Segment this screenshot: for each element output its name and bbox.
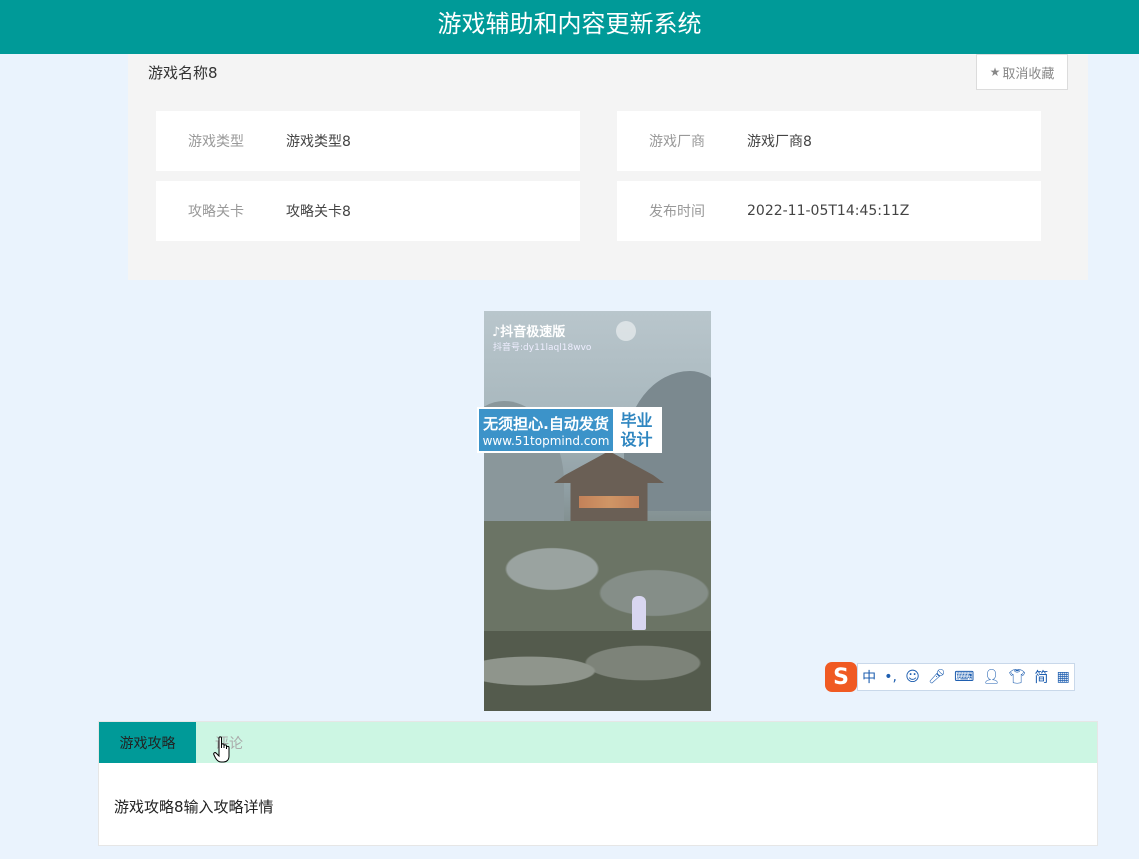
scene-rocks [484,521,711,641]
field-game-vendor: 游戏厂商 游戏厂商8 [617,111,1041,171]
unfavorite-button-label: 取消收藏 [1002,66,1055,82]
tab-game-guide[interactable]: 游戏攻略 [99,722,196,763]
ime-toolbar[interactable]: S 中 •, ☺ 🎤︎ ⌨ 👤︎ 👕︎ 简 ▦ [825,662,1075,692]
watermark-badge: 毕业 设计 [613,409,660,451]
app-header: 游戏辅助和内容更新系统 [0,0,1139,54]
field-publish-time: 发布时间 2022-11-05T14:45:11Z [617,181,1041,241]
field-value: 攻略关卡8 [286,204,351,220]
field-game-type: 游戏类型 游戏类型8 [156,111,580,171]
video-app-label: ♪抖音极速版 [492,325,566,340]
field-guide-level: 攻略关卡 攻略关卡8 [156,181,580,241]
game-name: 游戏名称8 [148,64,218,82]
field-label: 游戏厂商 [649,134,705,150]
watermark-line1: 无须担心.自动发货 [483,414,609,433]
game-video[interactable]: ♪抖音极速版 抖音号:dy11laql18wvo [484,311,711,711]
scene-rocks [484,631,711,711]
app-title: 游戏辅助和内容更新系统 [437,10,702,38]
video-account-id: 抖音号:dy11laql18wvo [493,343,592,353]
detail-tabs: 游戏攻略 评论 游戏攻略8输入攻略详情 [98,721,1098,846]
scene-character [632,596,646,630]
field-value: 游戏类型8 [286,134,351,150]
field-value: 游戏厂商8 [747,134,812,150]
watermark-banner: 无须担心.自动发货 www.51topmind.com 毕业 设计 [477,407,662,453]
watermark-badge-line2: 设计 [620,430,653,449]
microphone-icon[interactable]: 🎤︎ [928,669,946,685]
watermark-text: 无须担心.自动发货 www.51topmind.com [479,409,613,451]
unfavorite-button[interactable]: ★ 取消收藏 [976,54,1068,90]
keyboard-icon[interactable]: ⌨ [954,669,974,685]
scene-moon [616,321,636,341]
star-icon: ★ [989,65,1001,79]
hand-pointer-icon [213,736,230,763]
ime-toolbar-buttons: 中 •, ☺ 🎤︎ ⌨ 👤︎ 👕︎ 简 ▦ [857,663,1075,691]
tab-content: 游戏攻略8输入攻略详情 [114,798,274,816]
skin-shirt-icon[interactable]: 👕︎ [1008,669,1026,685]
watermark-url: www.51topmind.com [482,433,610,448]
scene-lights [579,496,639,508]
user-icon[interactable]: 👤︎ [982,669,1000,685]
game-info-panel: 游戏名称8 ★ 取消收藏 游戏类型 游戏类型8 游戏厂商 游戏厂商8 攻略关卡 … [128,54,1088,280]
field-label: 游戏类型 [188,134,244,150]
field-label: 发布时间 [649,204,705,220]
sogou-logo-icon[interactable]: S [825,662,857,692]
watermark-badge-line1: 毕业 [620,411,653,430]
tab-bar: 游戏攻略 评论 [99,722,1097,763]
field-value: 2022-11-05T14:45:11Z [747,203,910,219]
ime-mode-button[interactable]: 中 [862,667,876,687]
field-label: 攻略关卡 [188,204,244,220]
ime-punctuation-button[interactable]: •, [884,669,897,685]
emoji-icon[interactable]: ☺ [905,669,920,685]
apps-grid-icon[interactable]: ▦ [1057,669,1070,685]
ime-simplified-button[interactable]: 简 [1034,667,1048,687]
